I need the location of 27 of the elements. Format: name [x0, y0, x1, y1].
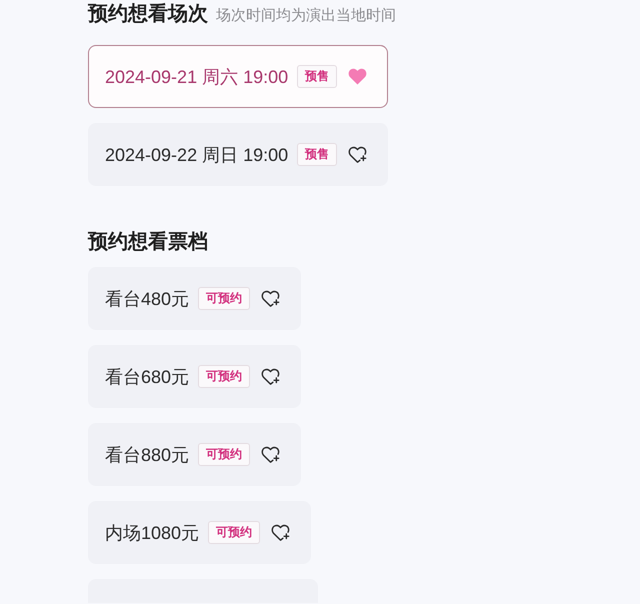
heart-plus-icon — [261, 368, 280, 385]
tier-price: 看台680元 — [105, 366, 190, 388]
section-title: 预约想看场次 — [88, 2, 208, 27]
available-tag: 可预约 — [198, 443, 250, 466]
available-tag: 可预约 — [198, 365, 250, 388]
available-tag: 可预约 — [208, 521, 260, 544]
heart-plus-icon — [271, 524, 290, 541]
session-option[interactable]: 2024-09-22 周日 19:00 预售 — [88, 123, 388, 186]
heart-icon — [348, 68, 368, 85]
heart-plus-icon — [261, 446, 280, 463]
presale-tag: 预售 — [297, 143, 338, 166]
session-datetime: 2024-09-22 周日 19:00 — [105, 144, 288, 166]
available-tag: 可预约 — [198, 287, 250, 310]
ticket-tier-option[interactable]: 看台880元 可预约 — [88, 423, 302, 486]
heart-plus-icon — [261, 290, 280, 307]
section-note: 场次时间均为演出当地时间 — [216, 6, 396, 25]
ticket-tier-option[interactable]: 看台480元 可预约 — [88, 267, 302, 330]
session-option[interactable]: 2024-09-21 周六 19:00 预售 — [88, 45, 388, 108]
ticket-tier-option[interactable]: 看台680元 可预约 — [88, 345, 302, 408]
section-title: 预约想看票档 — [88, 230, 208, 255]
tier-price: 看台480元 — [105, 288, 190, 310]
tier-price: 内场1080元 — [105, 522, 200, 544]
presale-tag: 预售 — [297, 65, 338, 88]
heart-plus-icon — [348, 146, 368, 163]
ticket-tier-option[interactable]: 内场1080元 可预约 — [88, 501, 312, 564]
session-datetime: 2024-09-21 周六 19:00 — [105, 66, 288, 88]
tier-price: 看台880元 — [105, 444, 190, 466]
